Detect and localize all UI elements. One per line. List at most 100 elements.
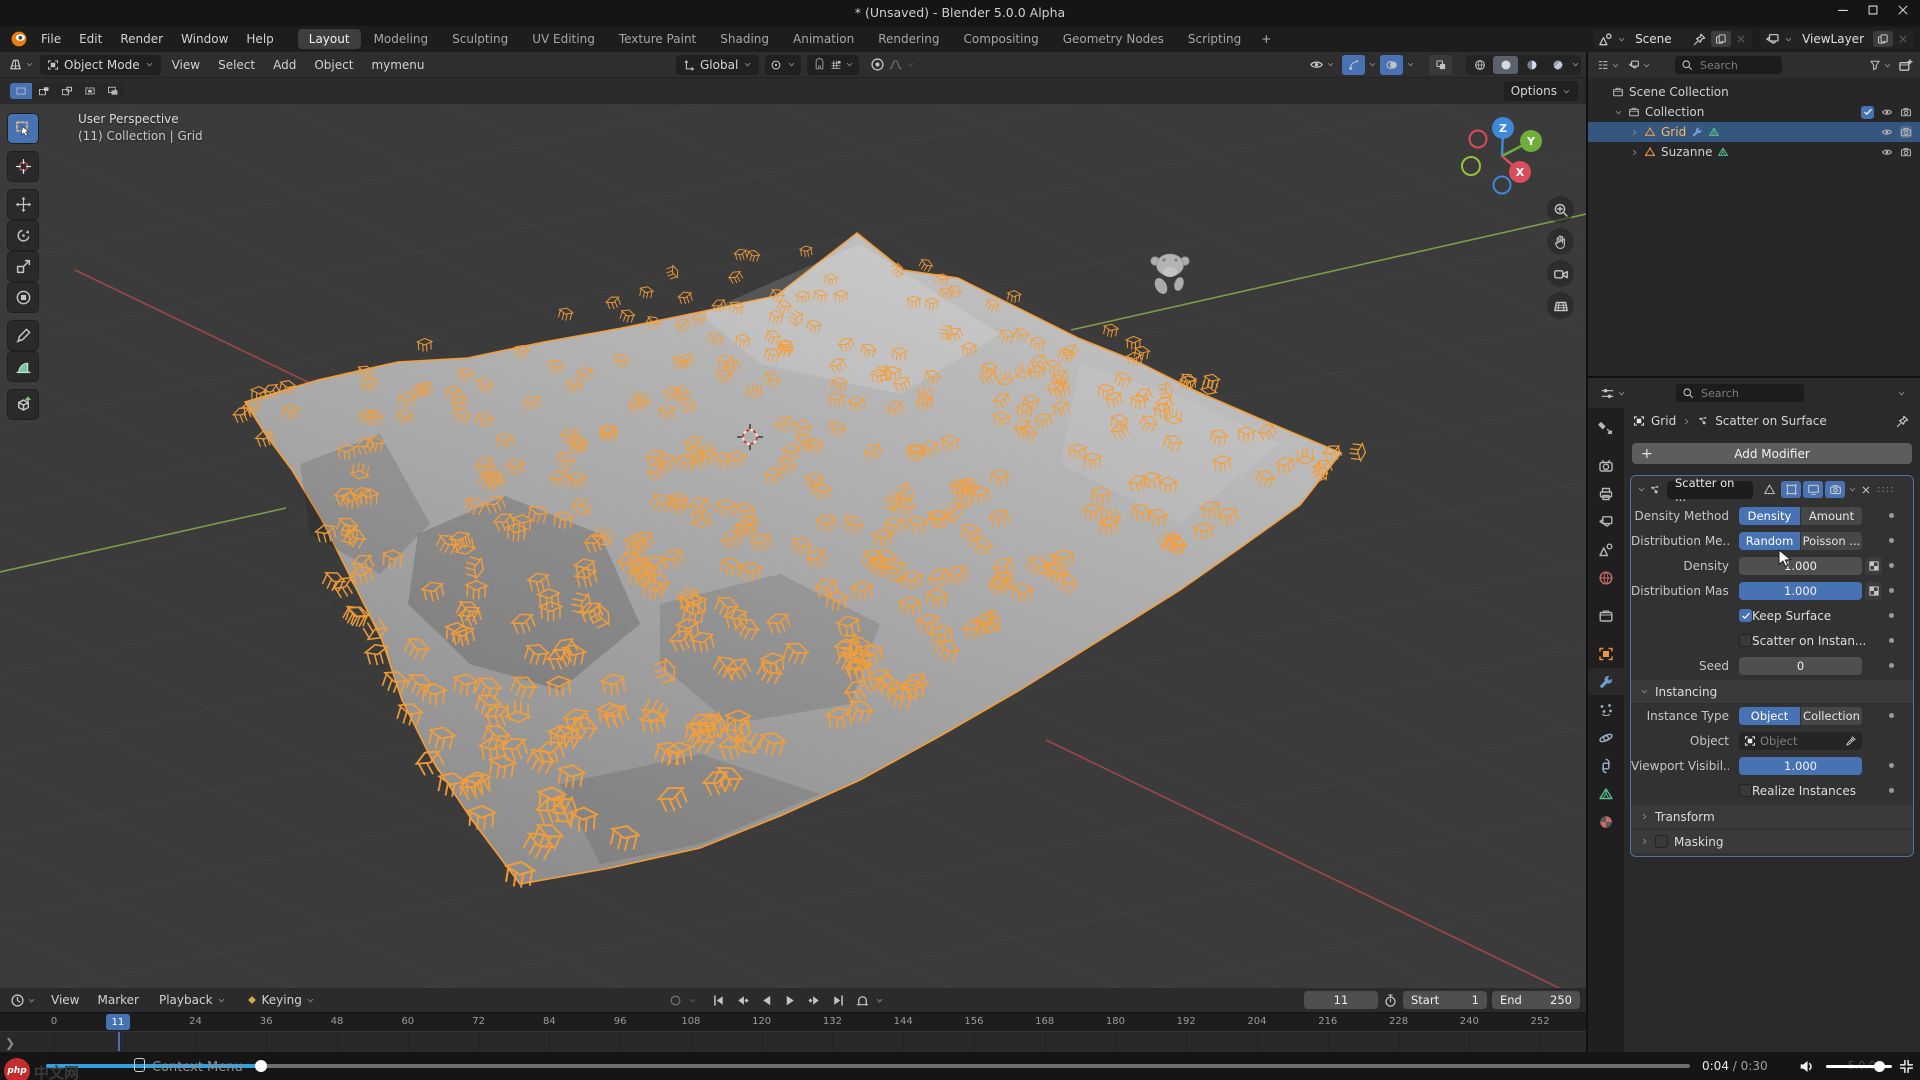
value-field-distribution-mask[interactable]: 1.000: [1739, 582, 1862, 600]
snap-settings-icon[interactable]: [830, 59, 842, 71]
animate-decorator[interactable]: [1889, 613, 1894, 618]
viewport-nav-grid[interactable]: [1547, 292, 1574, 319]
outliner-row-scene-collection[interactable]: Scene Collection: [1588, 82, 1920, 102]
properties-editor-type-button[interactable]: [1596, 383, 1630, 403]
select-mode-extend[interactable]: [33, 83, 55, 99]
editor-type-button[interactable]: [4, 55, 38, 75]
outliner-search-input[interactable]: [1698, 58, 1776, 73]
properties-tab-world[interactable]: [1588, 564, 1624, 591]
menu-window[interactable]: Window: [172, 28, 237, 50]
proportional-editing-icon[interactable]: [870, 57, 885, 72]
timeline-editor-type-button[interactable]: [6, 990, 40, 1010]
properties-tab-modifiers[interactable]: [1588, 668, 1624, 695]
transport-jump-to-end[interactable]: [827, 990, 850, 1010]
visibility-dropdown[interactable]: [1305, 55, 1339, 75]
checkbox-realize-instances[interactable]: [1739, 784, 1752, 797]
outliner-scope-dropdown[interactable]: [1626, 55, 1653, 75]
shading-material-button[interactable]: [1519, 56, 1544, 74]
object-picker-field[interactable]: Object: [1739, 732, 1862, 750]
eye-icon[interactable]: [1881, 106, 1893, 118]
show-gizmo-toggle[interactable]: [1342, 55, 1365, 75]
option-collection[interactable]: Collection: [1801, 707, 1862, 725]
menu-render[interactable]: Render: [111, 28, 172, 50]
camera-icon[interactable]: [1900, 146, 1912, 158]
camera-icon[interactable]: [1900, 126, 1912, 138]
menu-edit[interactable]: Edit: [70, 28, 111, 50]
select-mode-subtract[interactable]: [56, 83, 78, 99]
new-view-layer-button[interactable]: [1873, 31, 1893, 47]
properties-search-input[interactable]: [1699, 386, 1777, 401]
texture-input-button[interactable]: [1865, 557, 1882, 575]
subpanel-transform[interactable]: Transform: [1631, 805, 1913, 828]
properties-tab-material[interactable]: [1588, 808, 1624, 835]
workspace-tab-shading[interactable]: Shading: [709, 29, 780, 49]
option-density[interactable]: Density: [1739, 507, 1800, 525]
viewport-menu-view[interactable]: View: [163, 54, 209, 76]
overlays-dropdown-icon[interactable]: [1406, 60, 1415, 69]
timeline-menu-view[interactable]: View: [42, 989, 88, 1011]
properties-tab-object[interactable]: [1588, 640, 1624, 667]
shading-rendered-button[interactable]: [1545, 56, 1570, 74]
eye-icon[interactable]: [1881, 126, 1893, 138]
viewport-nav-camera[interactable]: [1547, 260, 1574, 287]
texture-input-button[interactable]: [1865, 582, 1882, 600]
subpanel-checkbox[interactable]: [1655, 835, 1668, 848]
workspace-tab-texture-paint[interactable]: Texture Paint: [608, 29, 707, 49]
frame-end-field[interactable]: End 250: [1492, 991, 1580, 1009]
eyedropper-icon[interactable]: [1845, 735, 1857, 747]
exclude-checkbox[interactable]: [1861, 106, 1874, 119]
blender-logo-icon[interactable]: [10, 30, 28, 48]
playback-sync-button[interactable]: [851, 990, 874, 1010]
view-layer-selector[interactable]: ViewLayer: [1760, 29, 1914, 49]
viewport-menu-mymenu[interactable]: mymenu: [362, 54, 433, 76]
workspace-tab-scripting[interactable]: Scripting: [1177, 29, 1252, 49]
workspace-tab-compositing[interactable]: Compositing: [952, 29, 1049, 49]
playback-menu[interactable]: Playback: [150, 989, 235, 1011]
workspace-tab-geometry-nodes[interactable]: Geometry Nodes: [1052, 29, 1175, 49]
value-field-viewport-visibil-[interactable]: 1.000: [1739, 757, 1862, 775]
menu-file[interactable]: File: [32, 28, 70, 50]
shading-solid-button[interactable]: [1493, 56, 1518, 74]
playhead-line[interactable]: [118, 1032, 120, 1051]
animate-decorator[interactable]: [1889, 763, 1894, 768]
falloff-icon[interactable]: [888, 57, 903, 72]
viewport-menu-select[interactable]: Select: [209, 54, 264, 76]
menu-help[interactable]: Help: [237, 28, 282, 50]
drag-handle-icon[interactable]: ::::: [1877, 484, 1894, 495]
properties-tab-physics[interactable]: [1588, 724, 1624, 751]
properties-tab-view-layer[interactable]: [1588, 508, 1624, 535]
modifier-close-icon[interactable]: [1860, 484, 1872, 496]
animate-decorator[interactable]: [1889, 788, 1894, 793]
workspace-tab-uv-editing[interactable]: UV Editing: [521, 29, 606, 49]
animate-decorator[interactable]: [1889, 513, 1894, 518]
tool-select-box[interactable]: [8, 114, 38, 143]
new-scene-button[interactable]: [1711, 31, 1731, 47]
option-amount[interactable]: Amount: [1801, 507, 1862, 525]
transport-jump-to-next-keyframe[interactable]: [803, 990, 826, 1010]
frame-start-field[interactable]: Start 1: [1403, 991, 1487, 1009]
modifier-toggle-cage[interactable]: [1759, 481, 1779, 498]
properties-tab-constraints[interactable]: [1588, 752, 1624, 779]
tool-scale[interactable]: [8, 252, 38, 281]
pin-id-icon[interactable]: [1895, 414, 1910, 429]
workspace-tab-animation[interactable]: Animation: [782, 29, 865, 49]
outliner-row-suzanne[interactable]: Suzanne: [1588, 142, 1920, 162]
modifier-toggle-realtime[interactable]: [1803, 481, 1823, 498]
timeline-channels[interactable]: ❯: [0, 1031, 1586, 1051]
option-random[interactable]: Random: [1739, 532, 1800, 550]
modifier-toggle-render[interactable]: [1825, 481, 1845, 498]
viewport-menu-add[interactable]: Add: [264, 54, 305, 76]
shading-wireframe-button[interactable]: [1467, 56, 1492, 74]
animate-decorator[interactable]: [1889, 663, 1894, 668]
player-volume-bar[interactable]: [1826, 1065, 1892, 1068]
modifier-extras-dropdown-icon[interactable]: [1848, 485, 1857, 494]
viewport-nav-zoom[interactable]: [1547, 196, 1574, 223]
viewport-menu-object[interactable]: Object: [305, 54, 362, 76]
navigation-gizmo[interactable]: ZYX: [1458, 114, 1550, 206]
tool-cursor[interactable]: [8, 152, 38, 181]
new-collection-icon[interactable]: [1898, 58, 1913, 73]
fullscreen-icon[interactable]: [1898, 1058, 1915, 1075]
channel-expand-icon[interactable]: ❯: [5, 1036, 15, 1050]
properties-tab-output[interactable]: [1588, 480, 1624, 507]
playhead-current-frame[interactable]: 11: [106, 1014, 130, 1030]
